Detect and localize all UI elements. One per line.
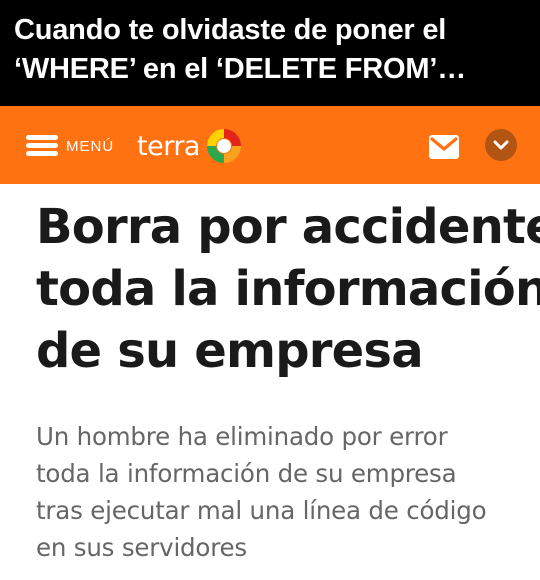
chevron-down-icon[interactable] <box>485 129 517 161</box>
menu-icon <box>26 135 58 157</box>
mail-icon[interactable] <box>428 134 460 160</box>
menu-button[interactable]: MENÚ <box>26 133 114 159</box>
summary-line: en sus servidores <box>36 533 247 562</box>
meme-caption: Cuando te olvidaste de poner el ‘WHERE’ … <box>0 0 540 106</box>
summary-line: tras ejecutar mal una línea de código <box>36 496 487 525</box>
logo-text: terra <box>137 130 200 162</box>
article-summary: Un hombre ha eliminado por error toda la… <box>36 418 526 566</box>
caption-line-1: Cuando te olvidaste de poner el <box>14 14 447 46</box>
terra-logo-icon <box>206 129 241 163</box>
article-headline[interactable]: Borra por accidente toda la información … <box>36 196 540 382</box>
headline-line: toda la información <box>36 261 540 317</box>
terra-logo-link[interactable]: terra <box>137 126 244 166</box>
headline-line: Borra por accidente <box>36 199 540 255</box>
summary-line: Un hombre ha eliminado por error <box>36 422 448 451</box>
summary-line: toda la información de su empresa <box>36 459 457 488</box>
caption-line-2: ‘WHERE’ en el ‘DELETE FROM’… <box>14 53 466 85</box>
headline-line: de su empresa <box>36 323 424 379</box>
menu-label: MENÚ <box>66 137 115 155</box>
